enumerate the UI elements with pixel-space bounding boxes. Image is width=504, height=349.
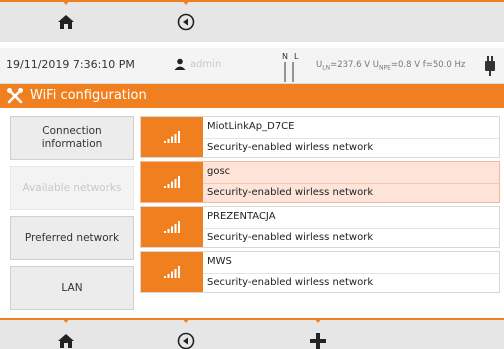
u-ln-sub: LN <box>322 64 331 72</box>
network-ssid: MiotLinkAp_D7CE <box>207 121 295 132</box>
menu-available-networks: Available networks <box>10 166 134 210</box>
add-icon <box>310 333 326 349</box>
tools-icon <box>7 88 23 104</box>
menu-item-label: LAN <box>61 281 83 294</box>
menu-lan[interactable]: LAN <box>10 266 134 310</box>
user-icon <box>174 58 186 70</box>
network-description: Security-enabled wirless network <box>207 142 374 153</box>
status-bar: 19/11/2019 7:36:10 PM admin NL ULN=237.6… <box>0 48 504 84</box>
back-button[interactable] <box>166 318 206 349</box>
row-divider <box>203 273 499 274</box>
wifi-signal-icon <box>164 176 180 188</box>
network-ssid: gosc <box>207 166 231 177</box>
network-item-mws[interactable]: MWS Security-enabled wirless network <box>140 251 500 293</box>
user-name: admin <box>190 59 222 70</box>
signal-cell <box>141 117 203 157</box>
signal-cell <box>141 207 203 247</box>
menu-preferred-network[interactable]: Preferred network <box>10 216 134 260</box>
l-label: L <box>293 52 305 61</box>
network-description: Security-enabled wirless network <box>207 277 374 288</box>
notch-marker <box>314 318 322 323</box>
page-title: WiFi configuration <box>30 88 147 103</box>
menu-item-label: Connection information <box>41 125 103 150</box>
network-item-prezentacja[interactable]: PREZENTACJA Security-enabled wirless net… <box>140 206 500 248</box>
top-navigation-bar <box>0 0 504 42</box>
signal-cell <box>141 162 203 202</box>
measurement-readout: ULN=237.6 V UNPE=0.8 V f=50.0 Hz <box>316 60 465 72</box>
bottom-navigation-bar <box>0 318 504 349</box>
row-divider <box>203 228 499 229</box>
u-npe-value: =0.8 V <box>390 60 421 70</box>
wifi-signal-icon <box>164 221 180 233</box>
notch-marker <box>182 0 190 5</box>
u-ln-value: =237.6 V <box>330 60 371 70</box>
wifi-signal-icon <box>164 266 180 278</box>
notch-marker <box>62 0 70 5</box>
notch-marker <box>62 318 70 323</box>
datetime-text: 19/11/2019 7:36:10 PM <box>6 58 135 71</box>
network-item-miotlinkap[interactable]: MiotLinkAp_D7CE Security-enabled wirless… <box>140 116 500 158</box>
row-divider <box>203 183 499 184</box>
network-description: Security-enabled wirless network <box>207 187 374 198</box>
home-icon <box>58 15 74 29</box>
menu-item-label: Preferred network <box>24 231 120 244</box>
n-label: N <box>282 52 294 61</box>
home-icon <box>58 334 74 348</box>
back-icon <box>177 13 195 31</box>
network-ssid: PREZENTACJA <box>207 211 276 222</box>
menu-item-label: Available networks <box>22 181 122 194</box>
row-divider <box>203 138 499 139</box>
wifi-signal-icon <box>164 131 180 143</box>
title-bar: WiFi configuration <box>0 84 504 108</box>
network-ssid: MWS <box>207 256 232 267</box>
add-button[interactable] <box>298 318 338 349</box>
network-description: Security-enabled wirless network <box>207 232 374 243</box>
u-npe-sub: NPE <box>379 64 391 72</box>
signal-cell <box>141 252 203 292</box>
nl-indicator: NL <box>282 52 304 61</box>
frequency-value: f=50.0 Hz <box>422 60 466 70</box>
plug-icon <box>485 56 495 76</box>
back-icon <box>177 332 195 349</box>
notch-marker <box>182 318 190 323</box>
home-button[interactable] <box>46 0 86 42</box>
menu-connection-information[interactable]: Connection information <box>10 116 134 160</box>
home-button[interactable] <box>46 318 86 349</box>
network-item-gosc[interactable]: gosc Security-enabled wirless network <box>140 161 500 203</box>
back-button[interactable] <box>166 0 206 42</box>
nl-wires-icon <box>284 62 294 82</box>
